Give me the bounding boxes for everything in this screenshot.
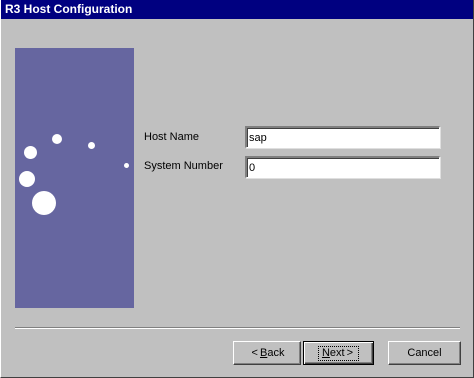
wizard-dialog: R3 Host Configuration Host Name System N… bbox=[0, 0, 474, 378]
back-label-rest: ack bbox=[267, 347, 285, 359]
host-name-input[interactable] bbox=[245, 126, 440, 148]
chevron-left-icon: < bbox=[251, 347, 258, 359]
cancel-button-label: Cancel bbox=[407, 347, 442, 359]
cancel-button[interactable]: Cancel bbox=[388, 341, 461, 365]
bubble-icon bbox=[19, 171, 35, 187]
wizard-side-graphic bbox=[15, 48, 134, 308]
next-label-rest: ext bbox=[329, 347, 345, 359]
system-number-input[interactable] bbox=[245, 156, 440, 178]
bubble-icon bbox=[52, 134, 62, 144]
next-button-label: Next > bbox=[317, 346, 360, 361]
window-title-bar[interactable]: R3 Host Configuration bbox=[1, 0, 473, 19]
button-separator bbox=[15, 327, 460, 329]
back-button-label: < Back bbox=[250, 342, 285, 364]
next-hotkey: N bbox=[321, 347, 330, 359]
chevron-right-icon: > bbox=[346, 347, 354, 359]
window-title: R3 Host Configuration bbox=[5, 2, 133, 16]
back-button[interactable]: < Back bbox=[233, 341, 301, 365]
bubble-icon bbox=[88, 142, 95, 149]
bubble-icon bbox=[32, 191, 56, 215]
bubble-icon bbox=[24, 146, 37, 159]
bubble-icon bbox=[124, 163, 129, 168]
system-number-label: System Number bbox=[144, 160, 223, 172]
host-name-label: Host Name bbox=[144, 131, 200, 143]
next-button[interactable]: Next > bbox=[303, 341, 374, 365]
